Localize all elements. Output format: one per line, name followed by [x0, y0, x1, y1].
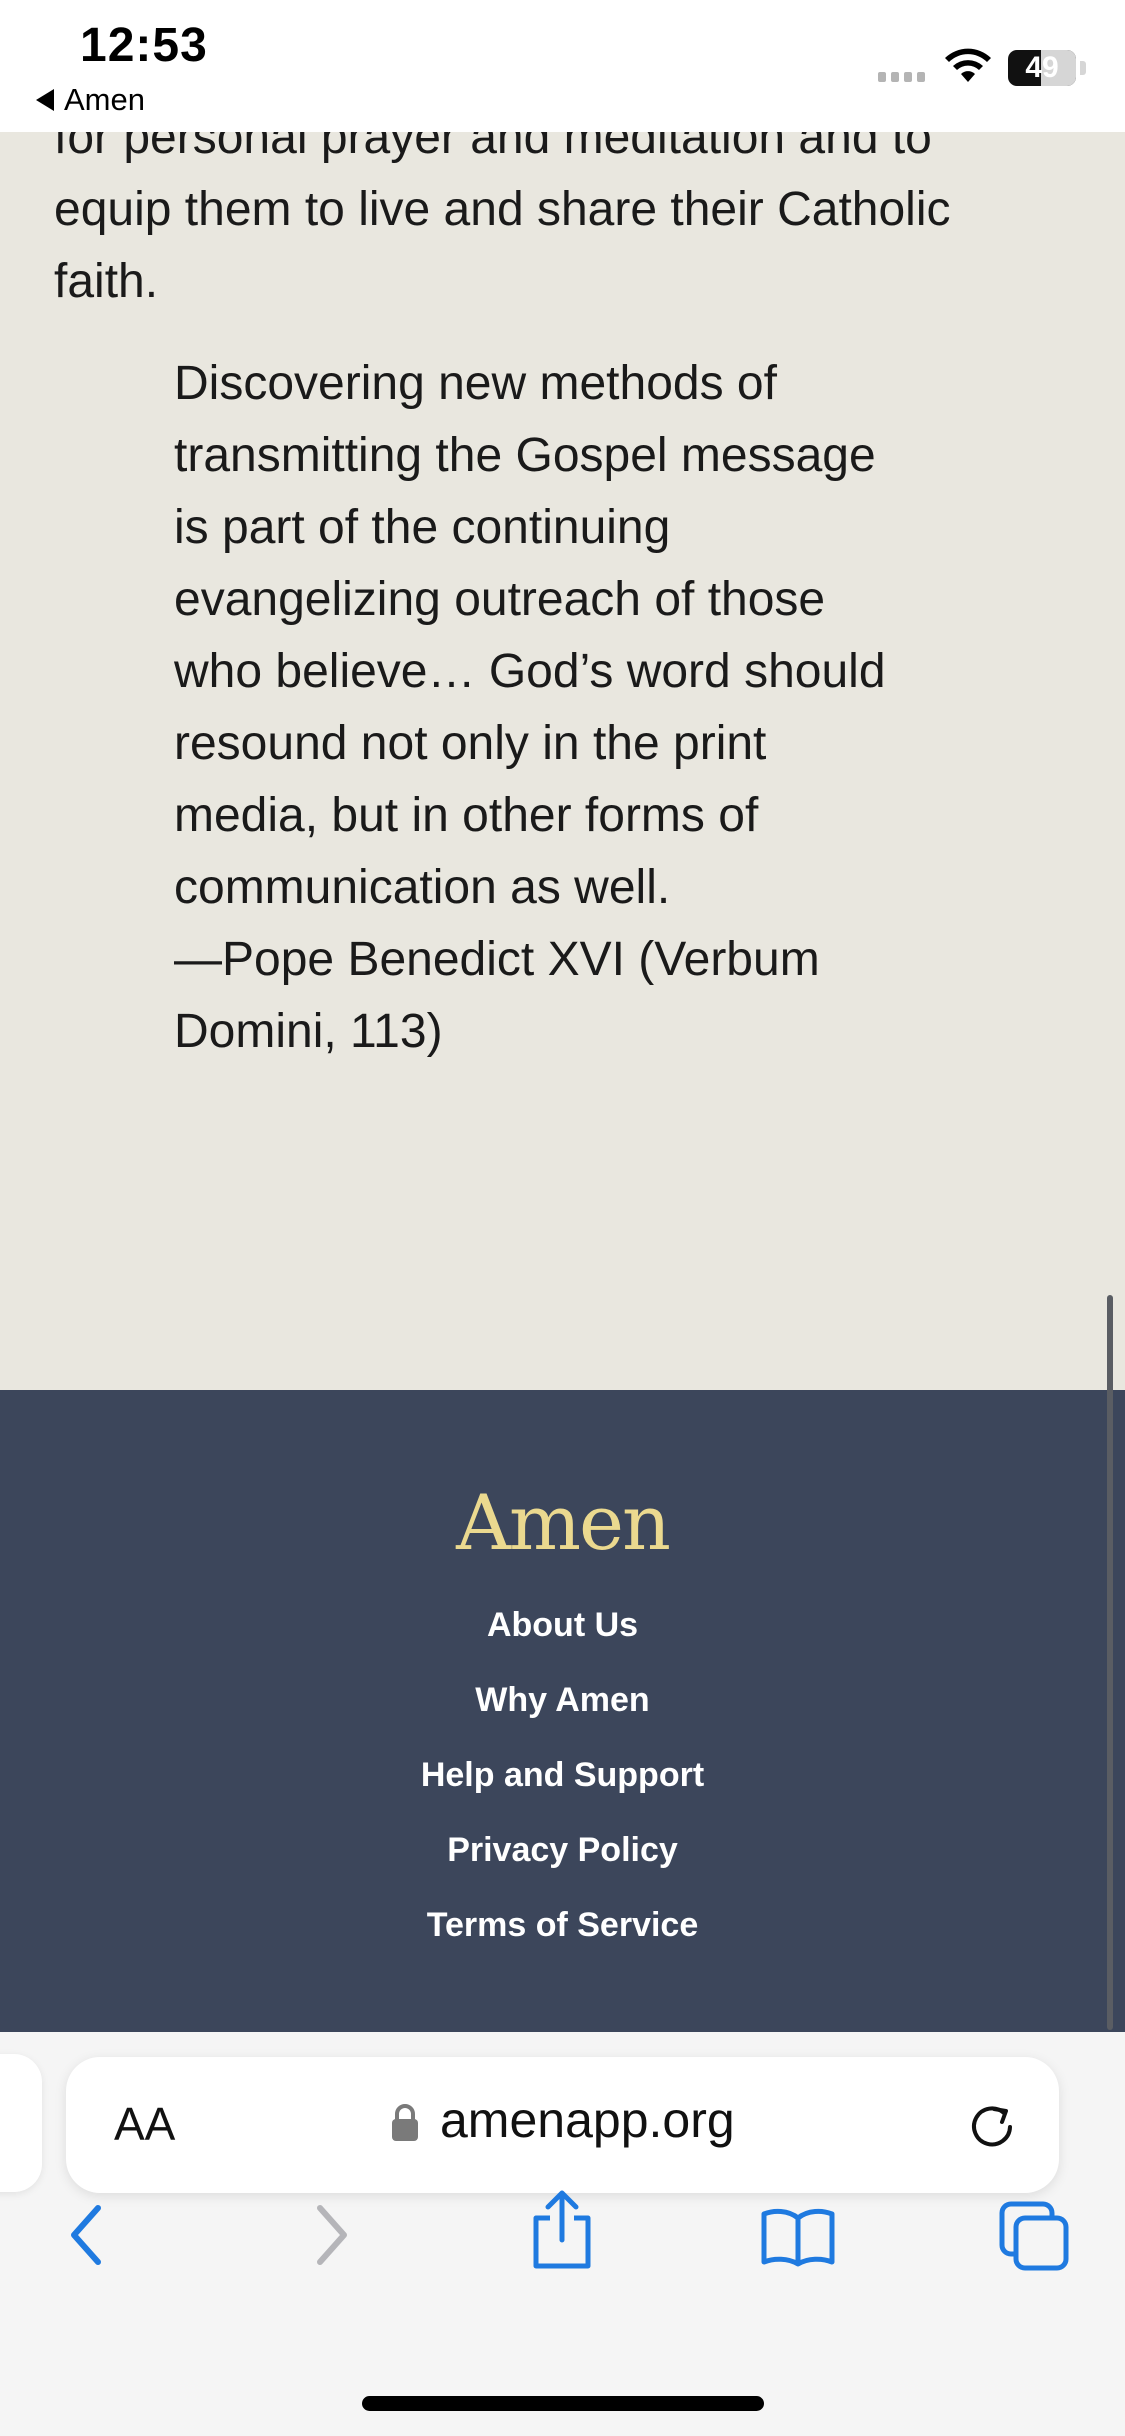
back-button[interactable]	[60, 2200, 116, 2270]
lock-icon	[392, 2104, 418, 2141]
site-footer: Amen About Us Why Amen Help and Support …	[0, 1390, 1125, 2032]
previous-tab-preview[interactable]	[0, 2054, 42, 2192]
footer-link-why-amen[interactable]: Why Amen	[475, 1681, 649, 1719]
article-paragraph: for personal prayer and meditation and t…	[54, 132, 1064, 318]
footer-link-privacy-policy[interactable]: Privacy Policy	[447, 1831, 678, 1869]
status-bar: 12:53 Amen 49	[0, 0, 1125, 132]
cellular-signal-icon	[878, 72, 925, 82]
wifi-icon	[945, 48, 991, 82]
quote-line: transmitting the Gospel message	[174, 429, 876, 482]
home-indicator[interactable]	[362, 2396, 764, 2411]
back-triangle-icon	[36, 89, 54, 111]
quote-attribution: Domini, 113)	[174, 1005, 443, 1058]
quote-line: Discovering new methods of	[174, 357, 777, 410]
quote-line: communication as well.	[174, 861, 671, 914]
article-content: for personal prayer and meditation and t…	[0, 132, 1125, 1390]
amen-logo[interactable]: Amen	[0, 1478, 1125, 1567]
battery-percent: 49	[1025, 51, 1059, 84]
forward-button[interactable]	[302, 2200, 358, 2270]
scrollbar[interactable]	[1107, 1295, 1113, 2030]
book-icon[interactable]	[760, 2206, 836, 2268]
paragraph-line: faith.	[54, 255, 159, 308]
footer-links: About Us Why Amen Help and Support Priva…	[0, 1600, 1125, 1975]
paragraph-line: for personal prayer and meditation and t…	[54, 132, 932, 164]
status-time: 12:53	[80, 19, 208, 72]
footer-link-about-us[interactable]: About Us	[487, 1606, 638, 1644]
footer-link-help-and-support[interactable]: Help and Support	[421, 1756, 704, 1794]
url-text: amenapp.org	[440, 2092, 735, 2148]
quote-line: is part of the continuing	[174, 501, 671, 554]
text-size-label: AA	[114, 2098, 176, 2150]
paragraph-line: equip them to live and share their Catho…	[54, 183, 951, 236]
quote-line: evangelizing outreach of those	[174, 573, 826, 626]
battery-cap	[1080, 61, 1086, 75]
share-icon[interactable]	[528, 2188, 596, 2272]
back-app-label: Amen	[64, 82, 145, 117]
text-size-button[interactable]: AA	[114, 2097, 175, 2151]
quote-line: who believe… God’s word should	[174, 645, 886, 698]
reload-icon[interactable]	[964, 2097, 1020, 2153]
tabs-icon[interactable]	[998, 2200, 1070, 2272]
quote-attribution: —Pope Benedict XVI (Verbum	[174, 933, 820, 986]
battery-icon: 49	[1008, 50, 1076, 86]
pope-quote-blockquote: Discovering new methods of transmitting …	[174, 348, 974, 1068]
footer-link-terms-of-service[interactable]: Terms of Service	[427, 1906, 699, 1944]
back-to-app-button[interactable]: Amen	[36, 82, 145, 118]
address-bar[interactable]: AA amenapp.org	[66, 2057, 1059, 2193]
quote-line: resound not only in the print	[174, 717, 767, 770]
quote-line: media, but in other forms of	[174, 789, 759, 842]
